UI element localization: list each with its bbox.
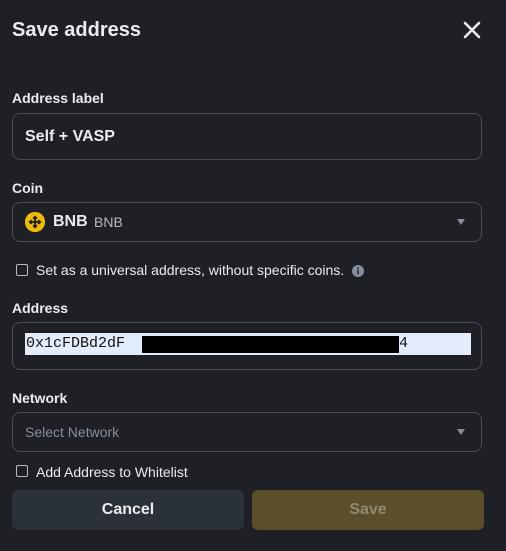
close-icon[interactable] <box>460 18 484 42</box>
address-heading: Address <box>12 300 69 316</box>
cancel-button[interactable]: Cancel <box>12 490 244 530</box>
redacted-block <box>142 336 399 353</box>
coin-symbol: BNB <box>53 213 88 230</box>
coin-select[interactable]: BNB BNB <box>12 202 482 242</box>
save-button[interactable]: Save <box>252 490 484 530</box>
network-select[interactable]: Select Network <box>12 412 482 452</box>
network-placeholder: Select Network <box>25 424 120 440</box>
whitelist-checkbox[interactable] <box>16 465 28 477</box>
bnb-coin-icon <box>25 212 45 232</box>
network-heading: Network <box>12 390 68 406</box>
save-address-modal: Save address Address label Self + VASP C… <box>0 0 506 551</box>
info-icon[interactable] <box>352 264 364 277</box>
coin-name: BNB <box>94 214 123 230</box>
address-label-value: Self + VASP <box>25 127 115 145</box>
coin-heading: Coin <box>12 180 44 196</box>
chevron-down-icon <box>457 219 465 225</box>
address-value-tail: 4 <box>399 335 409 352</box>
address-label-heading: Address label <box>12 90 104 106</box>
address-input[interactable]: 0x1cFDBd2dF 4 <box>12 322 482 370</box>
universal-address-label: Set as a universal address, without spec… <box>36 262 345 278</box>
address-value-visible: 0x1cFDBd2dF <box>26 335 126 352</box>
universal-address-checkbox[interactable] <box>16 264 28 276</box>
address-value: 0x1cFDBd2dF 4 <box>25 333 471 355</box>
chevron-down-icon <box>457 429 465 435</box>
whitelist-label: Add Address to Whitelist <box>36 464 188 480</box>
modal-title: Save address <box>12 19 141 41</box>
address-label-input[interactable]: Self + VASP <box>12 113 482 160</box>
